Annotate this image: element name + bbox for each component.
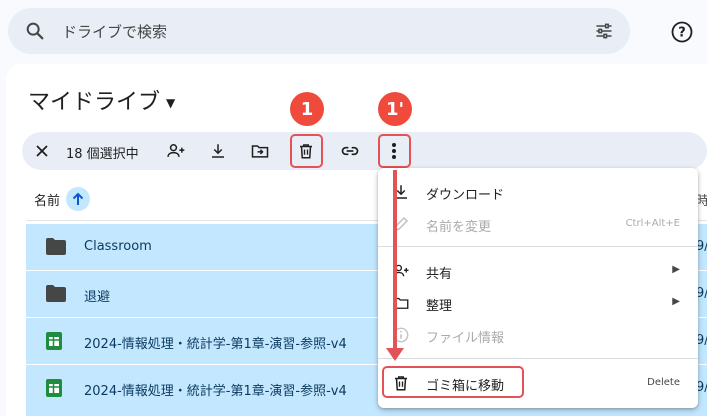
more-button-highlight bbox=[378, 134, 411, 168]
clear-selection-button[interactable] bbox=[28, 132, 56, 170]
menu-divider bbox=[378, 358, 698, 359]
row-name: 2024-情報処理・統計学-第1章-演習-参照-v4 bbox=[84, 337, 347, 352]
sort-ascending-icon[interactable] bbox=[66, 187, 90, 211]
column-header-name[interactable]: 名前 bbox=[34, 190, 60, 209]
download-icon bbox=[212, 144, 224, 158]
search-input[interactable]: ドライブで検索 bbox=[62, 21, 167, 42]
folder-icon bbox=[46, 238, 66, 259]
sheets-icon bbox=[46, 379, 62, 401]
menu-item-organize[interactable]: 整理 ▶ bbox=[378, 287, 698, 319]
selection-count: 18 個選択中 bbox=[66, 147, 139, 162]
svg-text:?: ? bbox=[678, 26, 686, 41]
row-name: 退避 bbox=[84, 290, 111, 305]
close-icon bbox=[36, 145, 48, 157]
submenu-arrow-icon: ▶ bbox=[672, 264, 680, 275]
row-name: 2024-情報処理・統計学-第1章-演習-参照-v4 bbox=[84, 384, 347, 399]
step-badge-1-prime: 1' bbox=[378, 92, 412, 126]
download-button[interactable] bbox=[204, 132, 232, 170]
menu-item-label: ダウンロード bbox=[426, 188, 505, 203]
menu-item-label: 整理 bbox=[426, 299, 453, 314]
trash-menu-highlight bbox=[382, 366, 524, 398]
search-icon[interactable] bbox=[24, 20, 46, 46]
menu-item-file-info[interactable]: ファイル情報 bbox=[378, 319, 698, 351]
menu-item-shortcut: Ctrl+Alt+E bbox=[625, 218, 680, 229]
menu-item-download[interactable]: ダウンロード bbox=[378, 176, 698, 208]
chevron-down-icon[interactable]: ▼ bbox=[166, 96, 175, 110]
annotation-arrow-line bbox=[393, 170, 397, 350]
menu-item-share[interactable]: 共有 ▶ bbox=[378, 255, 698, 287]
menu-item-label: 共有 bbox=[426, 267, 453, 282]
step-badge-1: 1 bbox=[290, 92, 324, 126]
annotation-arrow-head bbox=[386, 348, 404, 361]
menu-divider bbox=[378, 246, 698, 247]
row-name: Classroom bbox=[84, 239, 152, 254]
trash-button-highlight bbox=[290, 134, 323, 168]
move-folder-icon bbox=[251, 145, 269, 158]
add-person-icon bbox=[167, 144, 185, 157]
selection-toolbar: 18 個選択中 bbox=[22, 132, 707, 170]
filter-options-icon[interactable] bbox=[594, 21, 614, 45]
copy-link-button[interactable] bbox=[336, 132, 364, 170]
submenu-arrow-icon: ▶ bbox=[672, 296, 680, 307]
folder-icon bbox=[46, 285, 66, 306]
menu-item-shortcut: Delete bbox=[647, 377, 680, 388]
move-button[interactable] bbox=[246, 132, 274, 170]
share-button[interactable] bbox=[162, 132, 190, 170]
menu-item-label: ファイル情報 bbox=[426, 331, 505, 346]
page-title[interactable]: マイドライブ ▼ bbox=[28, 84, 175, 116]
help-icon[interactable]: ? bbox=[670, 20, 694, 48]
sheets-icon bbox=[46, 332, 62, 354]
menu-item-label: 名前を変更 bbox=[426, 220, 492, 235]
menu-item-rename[interactable]: 名前を変更 Ctrl+Alt+E bbox=[378, 208, 698, 240]
search-bar[interactable]: ドライブで検索 bbox=[8, 8, 630, 54]
link-icon bbox=[341, 146, 359, 156]
